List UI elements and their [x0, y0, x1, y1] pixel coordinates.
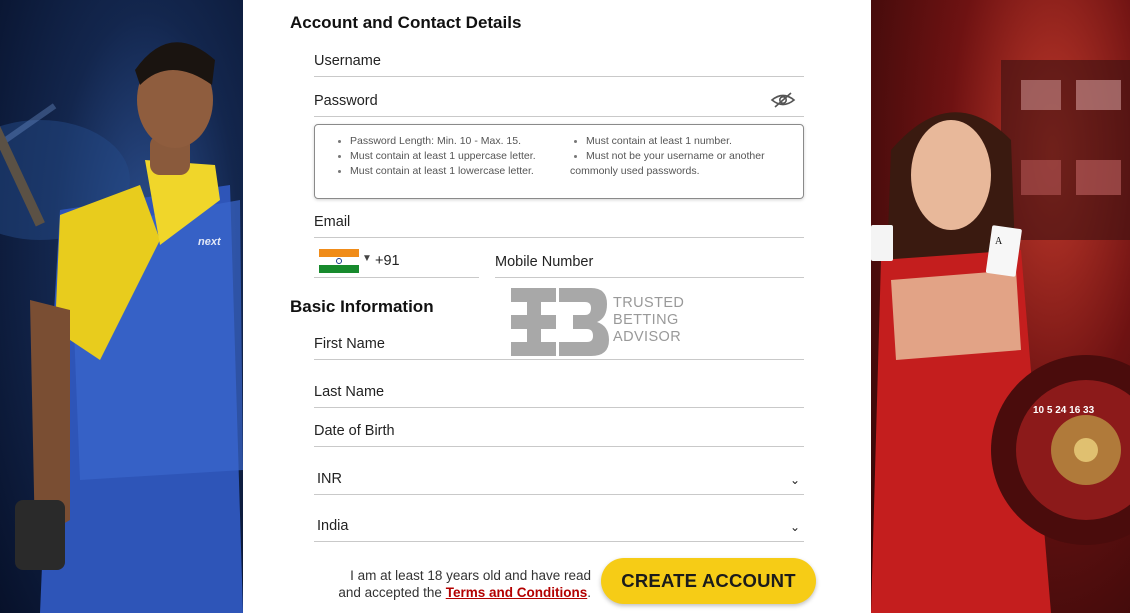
currency-value: INR — [317, 471, 342, 487]
tba-logo-icon — [511, 288, 609, 356]
account-section-title: Account and Contact Details — [290, 13, 522, 32]
mobile-number-label: Mobile Number — [495, 254, 594, 270]
india-flag-icon — [319, 249, 359, 273]
eye-slash-icon[interactable] — [770, 91, 796, 109]
country-value: India — [317, 518, 349, 534]
registration-form-card: Account and Contact Details Username Pas… — [243, 0, 871, 613]
svg-text:next: next — [198, 236, 222, 248]
chevron-down-icon: ⌄ — [789, 520, 800, 534]
watermark-line: BETTING — [613, 312, 679, 328]
email-field[interactable]: Email — [314, 214, 804, 238]
trusted-betting-advisor-watermark: TRUSTED BETTING ADVISOR — [511, 288, 721, 356]
svg-text:10 5 24 16 33: 10 5 24 16 33 — [1033, 405, 1095, 416]
terms-and-conditions-link[interactable]: Terms and Conditions — [446, 585, 588, 600]
create-account-button[interactable]: CREATE ACCOUNT — [601, 558, 816, 604]
chevron-down-icon: ▼ — [362, 253, 372, 264]
password-rules-left: Password Length: Min. 10 - Max. 15. Must… — [334, 134, 536, 179]
password-field[interactable]: Password — [314, 91, 804, 117]
last-name-label: Last Name — [314, 384, 385, 400]
watermark-line: TRUSTED — [613, 295, 685, 311]
password-label: Password — [314, 93, 378, 109]
email-label: Email — [314, 214, 351, 230]
casino-dealer-illustration: A 10 5 24 16 33 — [871, 60, 1130, 613]
country-code-selector[interactable]: ▼ +91 — [314, 247, 479, 278]
age-terms-statement: I am at least 18 years old and have read… — [329, 567, 591, 601]
chevron-down-icon: ⌄ — [789, 473, 800, 487]
watermark-text: TRUSTED BETTING ADVISOR — [613, 295, 684, 346]
password-rule: Must contain at least 1 lowercase letter… — [334, 164, 536, 179]
password-rule-continuation: commonly used passwords. — [570, 165, 700, 177]
password-requirements-box: Password Length: Min. 10 - Max. 15. Must… — [314, 124, 804, 199]
password-rule: Must not be your username or another — [570, 149, 765, 164]
country-select[interactable]: India ⌄ — [314, 518, 804, 542]
date-of-birth-field[interactable]: Date of Birth — [314, 423, 804, 447]
password-rule: Password Length: Min. 10 - Max. 15. — [334, 134, 536, 149]
date-of-birth-label: Date of Birth — [314, 423, 395, 439]
currency-select[interactable]: INR ⌄ — [314, 471, 804, 495]
country-code-value: +91 — [375, 253, 400, 269]
svg-text:A: A — [995, 236, 1003, 247]
password-rule: Must contain at least 1 uppercase letter… — [334, 149, 536, 164]
password-rule: Must contain at least 1 number. — [570, 134, 765, 149]
username-field[interactable]: Username — [314, 53, 804, 77]
username-label: Username — [314, 53, 381, 69]
casino-promo-background: A 10 5 24 16 33 — [871, 0, 1130, 613]
mobile-number-field[interactable]: Mobile Number — [495, 254, 804, 278]
cricket-player-illustration: next — [0, 42, 243, 613]
password-rules-right: Must contain at least 1 number. Must not… — [570, 134, 765, 179]
last-name-field[interactable]: Last Name — [314, 384, 804, 408]
basic-section-title: Basic Information — [290, 297, 434, 316]
terms-suffix: . — [587, 585, 591, 600]
watermark-line: ADVISOR — [613, 329, 682, 345]
cricket-promo-background: next — [0, 0, 243, 613]
